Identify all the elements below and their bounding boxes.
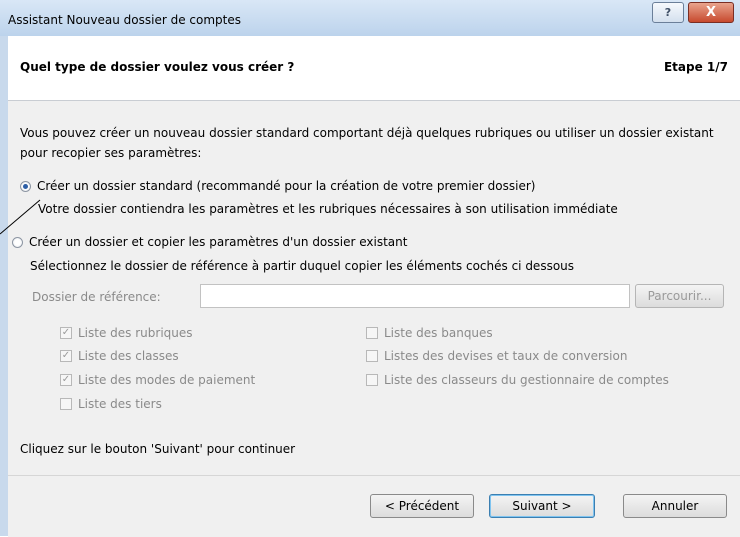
radio-standard-label: Créer un dossier standard (recommandé po… (37, 179, 536, 193)
radio-copy-indicator[interactable] (12, 236, 23, 248)
checkbox-indicator[interactable] (60, 398, 72, 410)
close-icon: X (705, 5, 717, 20)
browse-button[interactable]: Parcourir... (635, 284, 724, 308)
reference-field-label: Dossier de référence: (32, 290, 161, 304)
radio-standard-folder[interactable]: Créer un dossier standard (recommandé po… (20, 179, 535, 193)
previous-button[interactable]: < Précédent (370, 494, 474, 518)
radio-standard-indicator[interactable] (20, 180, 31, 192)
radio-copy-description: Sélectionnez le dossier de référence à p… (30, 259, 575, 273)
wizard-body: Vous pouvez créer un nouveau dossier sta… (8, 101, 740, 475)
close-button[interactable]: X (688, 2, 734, 23)
checkbox-label: Liste des modes de paiement (78, 373, 256, 387)
checkbox-label: Liste des rubriques (78, 326, 193, 340)
radio-copy-label: Créer un dossier et copier les paramètre… (29, 235, 408, 249)
radio-standard-description: Votre dossier contiendra les paramètres … (38, 202, 618, 216)
checkbox-label: Liste des classes (78, 349, 179, 363)
checkbox-indicator[interactable]: ✓ (60, 374, 72, 386)
checkbox-liste-rubriques[interactable]: ✓ Liste des rubriques (60, 326, 193, 340)
dialog-client-area: Quel type de dossier voulez vous créer ?… (8, 36, 740, 537)
title-bar[interactable]: Assistant Nouveau dossier de comptes ? X (0, 0, 740, 37)
checkbox-label: Liste des classeurs du gestionnaire de c… (384, 373, 669, 387)
help-button[interactable]: ? (652, 2, 684, 23)
page-title: Quel type de dossier voulez vous créer ? (20, 60, 295, 74)
button-bar: < Précédent Suivant > Annuler (8, 475, 740, 537)
radio-copy-folder[interactable]: Créer un dossier et copier les paramètre… (12, 235, 407, 249)
checkbox-indicator[interactable]: ✓ (60, 327, 72, 339)
checkbox-liste-modes-paiement[interactable]: ✓ Liste des modes de paiement (60, 373, 255, 387)
step-indicator: Etape 1/7 (663, 60, 728, 74)
checkbox-indicator[interactable] (366, 327, 378, 339)
help-icon: ? (664, 6, 672, 19)
next-button[interactable]: Suivant > (489, 494, 595, 518)
checkbox-indicator[interactable]: ✓ (60, 350, 72, 362)
reference-folder-input[interactable] (200, 284, 630, 308)
checkbox-liste-classeurs[interactable]: Liste des classeurs du gestionnaire de c… (366, 373, 669, 387)
wizard-window: Assistant Nouveau dossier de comptes ? X… (0, 0, 740, 537)
checkbox-label: Listes des devises et taux de conversion (384, 349, 628, 363)
checkbox-label: Liste des banques (384, 326, 493, 340)
checkbox-liste-tiers[interactable]: Liste des tiers (60, 397, 162, 411)
checkbox-liste-banques[interactable]: Liste des banques (366, 326, 493, 340)
checkbox-liste-classes[interactable]: ✓ Liste des classes (60, 349, 179, 363)
checkbox-indicator[interactable] (366, 350, 378, 362)
checkbox-listes-devises[interactable]: Listes des devises et taux de conversion (366, 349, 627, 363)
continue-hint: Cliquez sur le bouton 'Suivant' pour con… (20, 442, 296, 456)
checkbox-label: Liste des tiers (78, 397, 162, 411)
wizard-header: Quel type de dossier voulez vous créer ?… (8, 36, 740, 101)
window-title: Assistant Nouveau dossier de comptes (8, 13, 241, 27)
cancel-button[interactable]: Annuler (623, 494, 727, 518)
window-frame-left (0, 36, 8, 536)
checkbox-indicator[interactable] (366, 374, 378, 386)
intro-text: Vous pouvez créer un nouveau dossier sta… (20, 126, 714, 160)
